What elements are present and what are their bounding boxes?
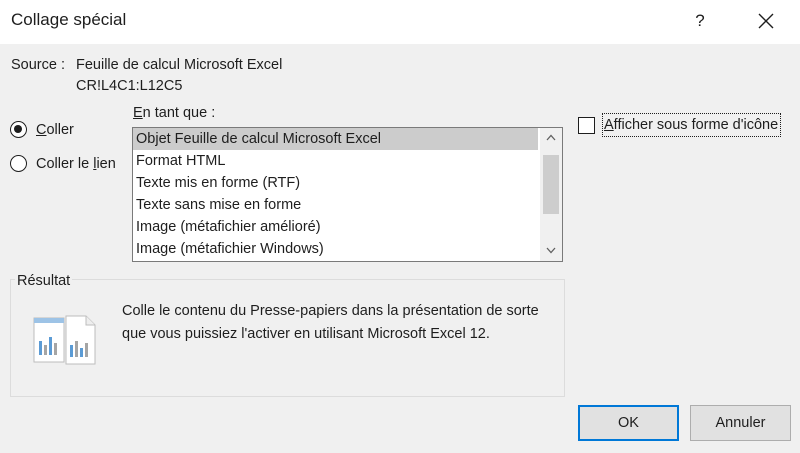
chevron-up-icon — [546, 134, 556, 141]
source-name: Feuille de calcul Microsoft Excel — [76, 57, 283, 73]
title-bar: Collage spécial ? — [0, 0, 800, 44]
format-list: Objet Feuille de calcul Microsoft Excel F… — [133, 128, 538, 260]
paste-link-radio[interactable] — [10, 155, 27, 172]
dialog-title: Collage spécial — [11, 10, 127, 29]
help-button[interactable]: ? — [684, 6, 716, 36]
format-list-item[interactable]: Objet Feuille de calcul Microsoft Excel — [133, 128, 538, 150]
embedded-chart-object-icon — [33, 315, 97, 371]
result-line-1: Colle le contenu du Presse-papiers dans … — [122, 303, 539, 319]
paste-link-option[interactable]: Coller le lien — [10, 155, 116, 172]
source-range: CR!L4C1:L12C5 — [76, 78, 183, 94]
result-legend: Résultat — [15, 273, 73, 289]
display-as-icon-label: Afficher sous forme d'icône — [601, 113, 782, 137]
chevron-down-icon — [546, 247, 556, 254]
as-label: En tant que : — [133, 105, 216, 121]
cancel-button[interactable]: Annuler — [690, 405, 791, 441]
format-list-item[interactable]: Texte mis en forme (RTF) — [133, 172, 538, 194]
ok-button[interactable]: OK — [578, 405, 679, 441]
format-list-item[interactable]: Format HTML — [133, 150, 538, 172]
format-list-item[interactable]: Texte sans mise en forme — [133, 194, 538, 216]
close-button[interactable] — [750, 6, 782, 36]
format-list-item[interactable]: Image (métafichier amélioré) — [133, 216, 538, 238]
paste-option[interactable]: Coller — [10, 121, 74, 138]
scroll-down-button[interactable] — [540, 241, 562, 261]
close-icon — [758, 13, 774, 29]
paste-radio[interactable] — [10, 121, 27, 138]
scroll-thumb[interactable] — [543, 155, 559, 214]
paste-label: Coller — [36, 121, 74, 138]
scroll-up-button[interactable] — [540, 128, 562, 148]
result-line-2: que vous puissiez l'activer en utilisant… — [122, 326, 490, 342]
source-label: Source : — [11, 57, 65, 73]
display-as-icon-option[interactable]: Afficher sous forme d'icône — [578, 113, 782, 137]
listbox-scrollbar[interactable] — [540, 128, 562, 261]
display-as-icon-checkbox[interactable] — [578, 116, 595, 134]
result-description: Colle le contenu du Presse-papiers dans … — [122, 300, 562, 346]
format-listbox[interactable]: Objet Feuille de calcul Microsoft Excel F… — [132, 127, 563, 262]
paste-link-label: Coller le lien — [36, 155, 116, 172]
format-list-item[interactable]: Image (métafichier Windows) — [133, 238, 538, 260]
